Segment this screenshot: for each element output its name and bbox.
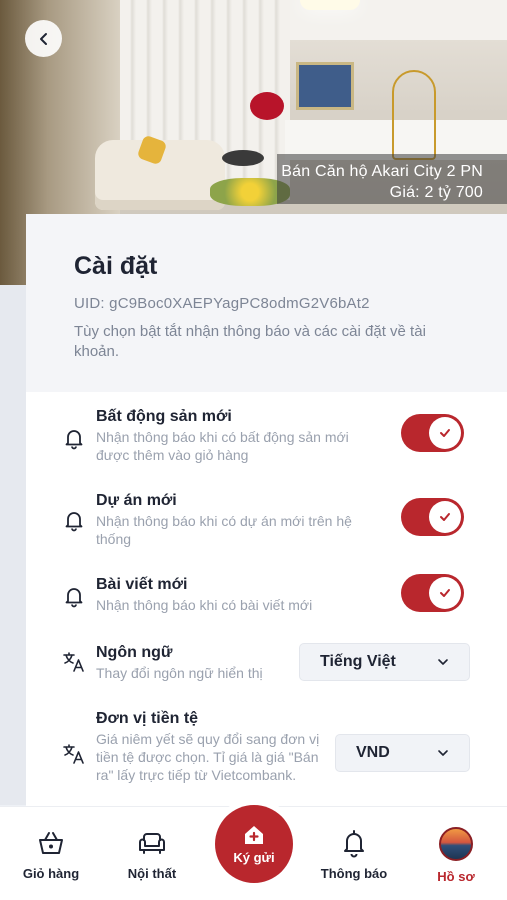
- toggle-new-project[interactable]: [401, 498, 464, 536]
- setting-description: Nhận thông báo khi có bài viết mới: [96, 597, 313, 613]
- settings-sheet: Cài đặt UID: gC9Boc0XAEPYagPC8odmG2V6bAt…: [26, 214, 507, 814]
- back-button[interactable]: [25, 20, 62, 57]
- check-icon: [440, 513, 450, 521]
- settings-description: Tùy chọn bật tắt nhận thông báo và các c…: [74, 323, 426, 360]
- consign-button[interactable]: Ký gửi: [215, 805, 293, 883]
- bell-icon: [65, 512, 83, 532]
- listing-caption: Bán Căn hộ Akari City 2 PN Giá: 2 tỷ 700: [277, 154, 507, 204]
- setting-description: Nhận thông báo khi có dự án mới trên hệ …: [96, 513, 352, 547]
- chevron-left-icon: [39, 32, 47, 45]
- bell-icon: [344, 830, 364, 858]
- nav-notifications-label: Thông báo: [320, 866, 388, 881]
- nav-furniture-label: Nội thất: [127, 866, 177, 881]
- currency-select-value: VND: [356, 744, 390, 761]
- setting-description: Thay đổi ngôn ngữ hiển thị: [96, 665, 263, 681]
- nav-profile[interactable]: Hồ sơ: [411, 827, 501, 884]
- bell-icon: [65, 588, 83, 608]
- toggle-new-property[interactable]: [401, 414, 464, 452]
- nav-furniture[interactable]: Nội thất: [107, 827, 197, 881]
- bottom-nav: Giỏ hàng Nội thất Ký gửi Thông báo Hồ sơ: [0, 805, 507, 900]
- chevron-down-icon: [438, 750, 448, 756]
- setting-label: Đơn vị tiền tệ: [96, 710, 199, 727]
- toggle-new-article[interactable]: [401, 574, 464, 612]
- currency-select[interactable]: VND: [335, 734, 470, 772]
- bell-icon: [65, 430, 83, 450]
- setting-description: Giá niêm yết sẽ quy đổi sang đơn vị tiền…: [96, 731, 320, 783]
- settings-header: Cài đặt UID: gC9Boc0XAEPYagPC8odmG2V6bAt…: [26, 214, 507, 392]
- nav-cart[interactable]: Giỏ hàng: [6, 827, 96, 881]
- sofa-icon: [139, 833, 165, 854]
- listing-title: Bán Căn hộ Akari City 2 PN: [281, 163, 483, 180]
- nav-cart-label: Giỏ hàng: [22, 866, 80, 881]
- listing-price: Giá: 2 tỷ 700: [389, 184, 483, 201]
- translate-icon: [63, 652, 84, 672]
- setting-label: Bài viết mới: [96, 576, 188, 593]
- page-title: Cài đặt: [74, 252, 158, 280]
- basket-icon: [39, 832, 63, 854]
- check-icon: [440, 589, 450, 597]
- setting-label: Ngôn ngữ: [96, 644, 173, 661]
- language-select-value: Tiếng Việt: [320, 653, 396, 670]
- left-rail: [0, 285, 26, 805]
- setting-label: Dự án mới: [96, 492, 177, 509]
- language-select[interactable]: Tiếng Việt: [299, 643, 470, 681]
- setting-description: Nhận thông báo khi có bất động sản mới đ…: [96, 429, 349, 463]
- nav-profile-label: Hồ sơ: [437, 869, 475, 884]
- house-plus-icon: [245, 825, 263, 844]
- avatar: [439, 827, 473, 861]
- nav-notifications[interactable]: Thông báo: [309, 827, 399, 881]
- setting-label: Bất động sản mới: [96, 408, 232, 425]
- check-icon: [440, 429, 450, 437]
- consign-label: Ký gửi: [233, 849, 275, 865]
- chevron-down-icon: [438, 659, 448, 665]
- user-uid: UID: gC9Boc0XAEPYagPC8odmG2V6bAt2: [74, 295, 370, 312]
- translate-icon: [63, 744, 84, 764]
